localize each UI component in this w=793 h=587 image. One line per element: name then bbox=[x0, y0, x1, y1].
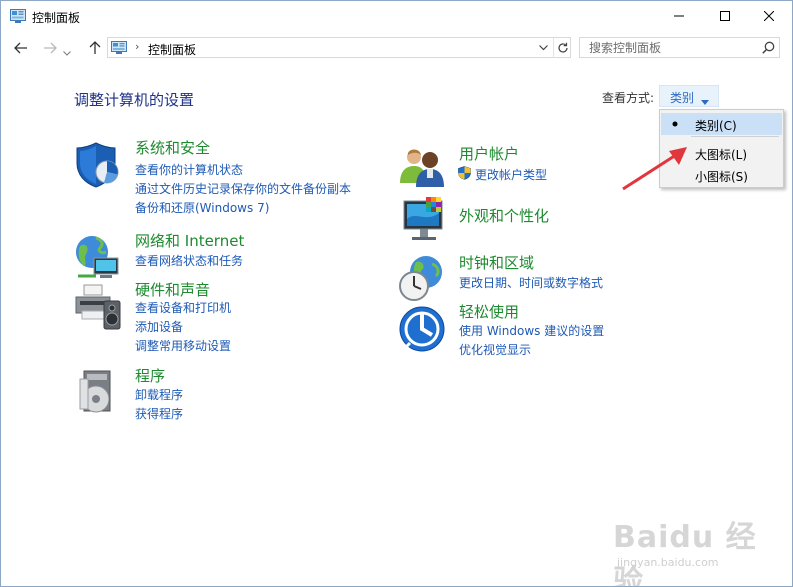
navigation-bar: › 控制面板 bbox=[1, 32, 792, 64]
maximize-button[interactable] bbox=[702, 1, 748, 31]
search-input[interactable] bbox=[580, 38, 764, 57]
category-link[interactable]: 通过文件历史记录保存你的文件备份副本 bbox=[135, 180, 351, 197]
users-icon bbox=[398, 147, 446, 195]
category-link[interactable]: 查看网络状态和任务 bbox=[135, 252, 243, 269]
watermark-url: jingyan.baidu.com bbox=[617, 556, 719, 569]
minimize-button[interactable] bbox=[656, 1, 702, 31]
close-icon bbox=[764, 11, 774, 21]
category-link[interactable]: 卸载程序 bbox=[135, 386, 183, 403]
category-title[interactable]: 硬件和声音 bbox=[135, 279, 210, 300]
arrow-left-icon bbox=[14, 42, 27, 54]
dropdown-triangle-icon bbox=[701, 94, 709, 108]
clock-globe-icon bbox=[398, 256, 446, 304]
view-by-dropdown[interactable]: 类别 bbox=[659, 85, 719, 107]
address-dropdown-button[interactable] bbox=[534, 38, 552, 57]
ease-of-access-icon bbox=[398, 305, 446, 353]
menu-item-label: 类别(C) bbox=[695, 119, 737, 133]
back-button[interactable] bbox=[11, 39, 31, 57]
annotation-arrow-icon bbox=[619, 143, 691, 196]
category-link[interactable]: 查看你的计算机状态 bbox=[135, 161, 243, 178]
category-title[interactable]: 外观和个性化 bbox=[459, 205, 549, 226]
category-link[interactable]: 优化视觉显示 bbox=[459, 341, 531, 358]
search-box[interactable] bbox=[579, 37, 780, 58]
shield-icon bbox=[74, 141, 122, 189]
breadcrumb-item[interactable]: 控制面板 bbox=[148, 41, 196, 58]
close-button[interactable] bbox=[746, 1, 792, 31]
menu-separator bbox=[691, 136, 779, 137]
address-bar[interactable]: › 控制面板 bbox=[107, 37, 571, 58]
category-link[interactable]: 更改帐户类型 bbox=[475, 166, 547, 183]
monitor-palette-icon bbox=[398, 197, 446, 245]
chevron-down-icon bbox=[538, 44, 548, 50]
category-link[interactable]: 获得程序 bbox=[135, 405, 183, 422]
category-title[interactable]: 用户帐户 bbox=[459, 143, 519, 164]
category-link[interactable]: 查看设备和打印机 bbox=[135, 299, 231, 316]
view-by-label: 查看方式: bbox=[602, 91, 655, 105]
up-button[interactable] bbox=[85, 39, 105, 57]
refresh-button[interactable] bbox=[553, 38, 571, 57]
category-title[interactable]: 网络和 Internet bbox=[135, 230, 244, 251]
radio-bullet-icon bbox=[664, 116, 686, 132]
category-title[interactable]: 系统和安全 bbox=[135, 137, 210, 158]
view-by-value[interactable]: 类别 bbox=[670, 89, 694, 106]
forward-button[interactable] bbox=[40, 39, 60, 57]
category-link[interactable]: 使用 Windows 建议的设置 bbox=[459, 322, 604, 339]
minimize-icon bbox=[674, 15, 684, 17]
watermark: Baidu 经验 jingyan.baidu.com bbox=[605, 510, 775, 586]
category-title[interactable]: 时钟和区域 bbox=[459, 252, 534, 273]
window-title: 控制面板 bbox=[32, 11, 81, 25]
menu-item-label: 小图标(S) bbox=[695, 170, 748, 184]
breadcrumb-separator-icon[interactable]: › bbox=[135, 40, 139, 53]
arrow-up-icon bbox=[89, 41, 101, 54]
search-icon[interactable] bbox=[762, 41, 775, 57]
programs-disc-icon bbox=[74, 369, 122, 417]
category-link[interactable]: 添加设备 bbox=[135, 318, 183, 335]
control-panel-window: 控制面板 › 控制面板 搜索控制面板 调整计算机的设置 查看方式: 类别 系统和… bbox=[0, 0, 793, 587]
control-panel-icon bbox=[10, 9, 26, 26]
watermark-text: Baidu 经验 bbox=[613, 520, 757, 587]
menu-item-category[interactable]: 类别(C) bbox=[661, 113, 782, 135]
refresh-icon bbox=[557, 42, 568, 53]
maximize-icon bbox=[720, 11, 730, 21]
arrow-right-icon bbox=[44, 42, 57, 54]
category-title[interactable]: 程序 bbox=[135, 365, 165, 386]
network-globe-icon bbox=[74, 234, 122, 282]
menu-item-label: 大图标(L) bbox=[695, 148, 748, 162]
control-panel-icon bbox=[111, 41, 127, 57]
category-title[interactable]: 轻松使用 bbox=[459, 301, 519, 322]
category-link[interactable]: 更改日期、时间或数字格式 bbox=[459, 274, 603, 291]
uac-shield-icon bbox=[458, 166, 471, 183]
recent-locations-chevron-icon[interactable] bbox=[63, 45, 71, 59]
page-title: 调整计算机的设置 bbox=[74, 91, 195, 109]
title-bar: 控制面板 bbox=[1, 1, 792, 31]
printer-speaker-icon bbox=[74, 283, 122, 331]
category-link[interactable]: 备份和还原(Windows 7) bbox=[135, 199, 269, 216]
category-link[interactable]: 调整常用移动设置 bbox=[135, 337, 231, 354]
